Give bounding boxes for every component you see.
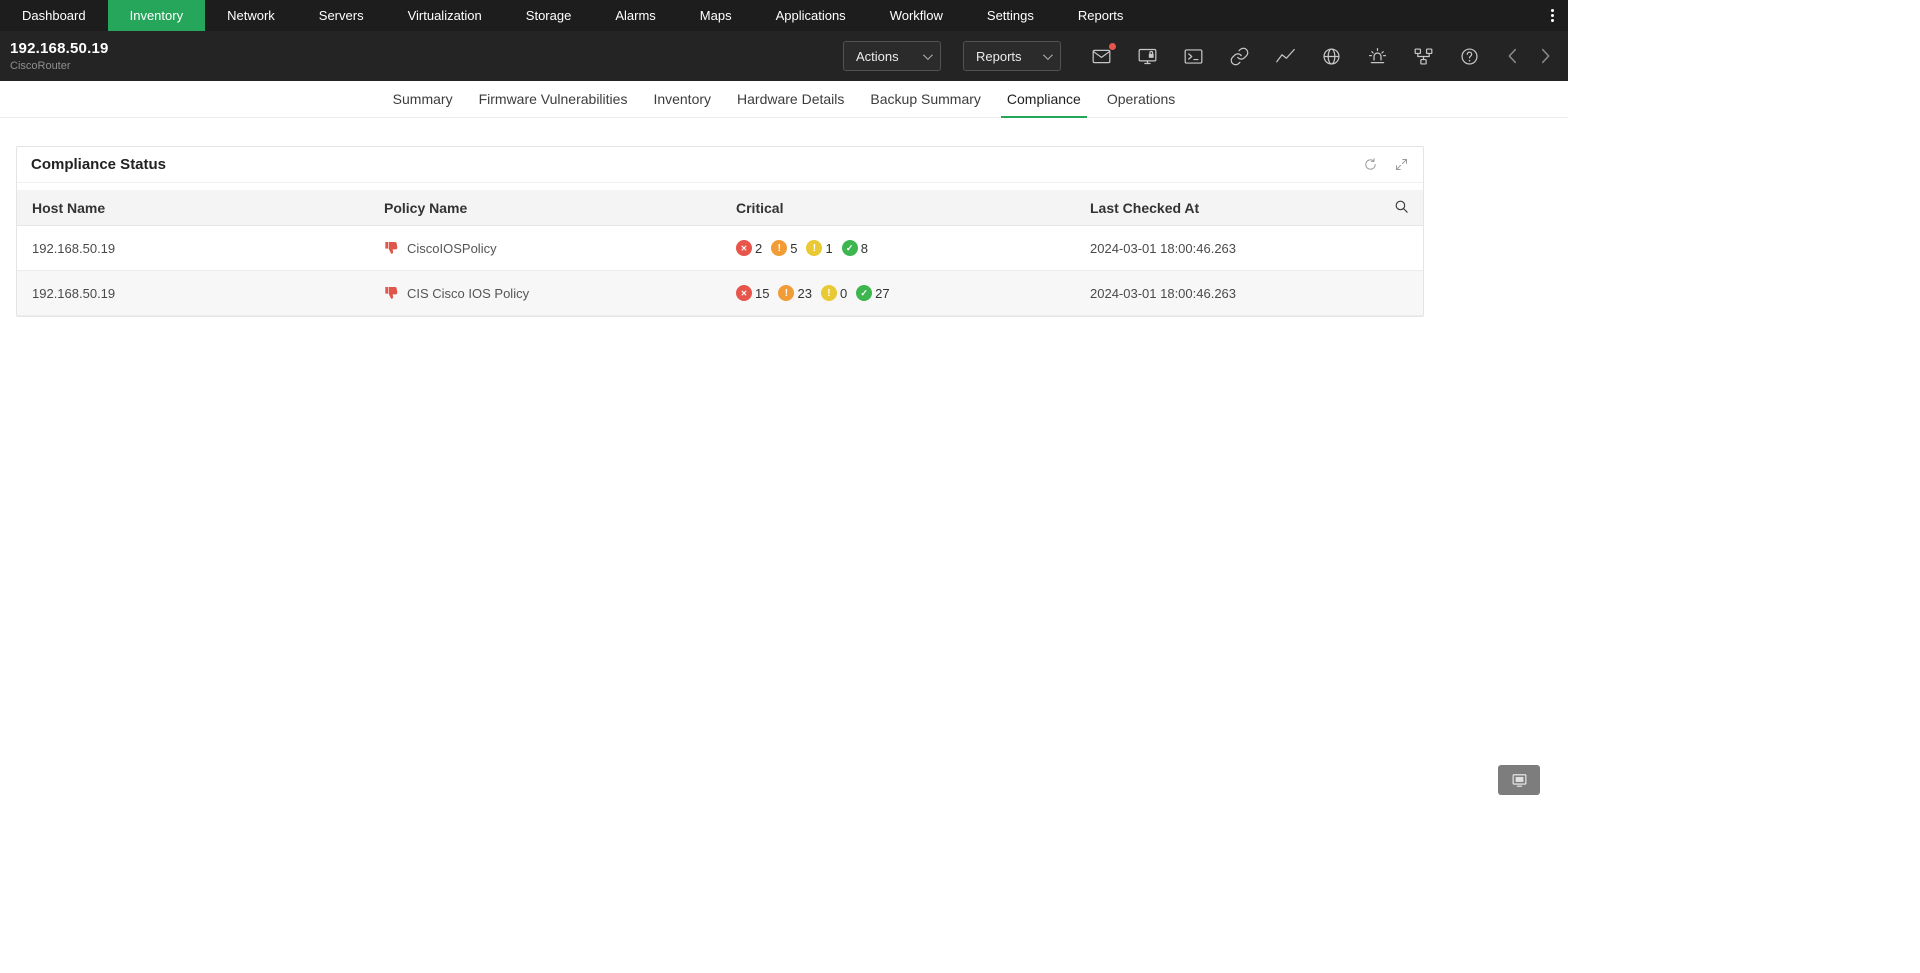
non-compliant-thumbs-down-icon: [384, 285, 400, 301]
tab-firmware-vulnerabilities[interactable]: Firmware Vulnerabilities: [466, 81, 641, 117]
prev-device-icon[interactable]: [1502, 45, 1524, 67]
minor-count: 0: [839, 285, 848, 301]
compliant-count: 27: [875, 285, 890, 301]
tab-compliance[interactable]: Compliance: [994, 81, 1094, 118]
card-actions: [1363, 157, 1409, 172]
tab-hardware-details[interactable]: Hardware Details: [724, 81, 857, 117]
refresh-icon[interactable]: [1363, 157, 1378, 172]
non-compliant-thumbs-down-icon: [384, 240, 400, 256]
device-toolbar: Actions Reports: [843, 41, 1556, 71]
policy-name: CIS Cisco IOS Policy: [407, 285, 530, 301]
compliant-badge-icon: [841, 240, 858, 256]
column-policy-name: Policy Name: [384, 199, 468, 216]
tab-summary[interactable]: Summary: [380, 81, 466, 117]
minor-badge-icon: [806, 240, 823, 256]
nav-item-workflow[interactable]: Workflow: [868, 0, 965, 31]
minor-badge-icon: [820, 285, 837, 301]
device-title: 192.168.50.19: [10, 40, 109, 57]
device-header-bar: 192.168.50.19 CiscoRouter Actions Report…: [0, 31, 1568, 81]
nav-item-storage[interactable]: Storage: [504, 0, 594, 31]
device-subtitle: CiscoRouter: [10, 60, 71, 72]
critical-badge-icon: [736, 285, 752, 301]
topology-icon[interactable]: [1413, 46, 1434, 67]
last-checked-cell: 2024-03-01 18:00:46.263: [1090, 240, 1237, 256]
severity-counts-cell: 15 23 0 27: [721, 285, 1075, 301]
monitor-icon: [1510, 772, 1529, 789]
major-badge-icon: [778, 285, 795, 301]
critical-count: 15: [755, 285, 770, 301]
table-row[interactable]: 192.168.50.19 CiscoIOSPolicy 2 5 1: [17, 226, 1423, 271]
mail-icon[interactable]: [1091, 42, 1116, 67]
chevron-down-icon: [922, 49, 933, 60]
next-device-icon[interactable]: [1534, 45, 1556, 67]
host-name-cell: 192.168.50.19: [32, 240, 116, 256]
app-container: Dashboard Inventory Network Servers Virt…: [0, 0, 1568, 317]
nav-item-virtualization[interactable]: Virtualization: [386, 0, 504, 31]
main-nav: Dashboard Inventory Network Servers Virt…: [0, 0, 1568, 31]
tab-backup-summary[interactable]: Backup Summary: [857, 81, 993, 117]
remote-access-icon[interactable]: [1137, 46, 1158, 67]
critical-count: 2: [755, 240, 763, 256]
table-header-row: Host Name Policy Name Critical Last Chec…: [17, 190, 1423, 226]
major-count: 5: [790, 240, 798, 256]
compliant-badge-icon: [856, 285, 873, 301]
nav-item-alarms[interactable]: Alarms: [593, 0, 677, 31]
column-host-name: Host Name: [32, 199, 106, 216]
major-badge-icon: [771, 240, 788, 256]
reports-dropdown[interactable]: Reports: [963, 41, 1061, 71]
nav-item-applications[interactable]: Applications: [754, 0, 868, 31]
severity-counts-cell: 2 5 1 8: [721, 240, 1075, 256]
notification-dot: [1109, 42, 1116, 50]
compliant-count: 8: [860, 240, 868, 256]
nav-item-network[interactable]: Network: [205, 0, 297, 31]
tab-inventory[interactable]: Inventory: [640, 81, 724, 117]
device-tabs: Summary Firmware Vulnerabilities Invento…: [0, 81, 1568, 118]
resize-icon[interactable]: [1394, 157, 1409, 172]
nav-item-dashboard[interactable]: Dashboard: [0, 0, 108, 31]
main-content: Compliance Status Host Name Policy Name …: [0, 118, 1568, 317]
tab-operations[interactable]: Operations: [1094, 81, 1188, 117]
link-icon[interactable]: [1229, 46, 1250, 67]
actions-dropdown-label: Actions: [856, 48, 899, 64]
last-checked-cell: 2024-03-01 18:00:46.263: [1090, 285, 1237, 301]
nav-item-maps[interactable]: Maps: [678, 0, 754, 31]
nav-item-inventory[interactable]: Inventory: [107, 0, 206, 31]
compliance-status-card: Compliance Status Host Name Policy Name …: [16, 146, 1424, 317]
major-count: 23: [797, 285, 812, 301]
console-preview-button[interactable]: [1498, 765, 1540, 795]
minor-count: 1: [825, 240, 833, 256]
policy-name-cell[interactable]: CiscoIOSPolicy: [369, 240, 721, 256]
card-title: Compliance Status: [31, 156, 167, 173]
device-pager: [1502, 45, 1556, 67]
nav-item-settings[interactable]: Settings: [965, 0, 1056, 31]
device-icon-strip: [1091, 42, 1480, 67]
policy-name-cell[interactable]: CIS Cisco IOS Policy: [369, 285, 721, 301]
policy-name: CiscoIOSPolicy: [407, 240, 497, 256]
nav-item-reports[interactable]: Reports: [1056, 0, 1146, 31]
reports-dropdown-label: Reports: [976, 48, 1022, 64]
device-info: 192.168.50.19 CiscoRouter: [10, 40, 109, 72]
nav-item-servers[interactable]: Servers: [297, 0, 386, 31]
performance-icon[interactable]: [1275, 46, 1296, 67]
help-icon[interactable]: [1459, 46, 1480, 67]
globe-icon[interactable]: [1321, 46, 1342, 67]
host-name-cell: 192.168.50.19: [32, 285, 116, 301]
table-row[interactable]: 192.168.50.19 CIS Cisco IOS Policy 15 23: [17, 271, 1423, 316]
compliance-table: Host Name Policy Name Critical Last Chec…: [17, 190, 1423, 316]
chevron-down-icon: [1042, 49, 1053, 60]
overflow-menu-icon[interactable]: [1551, 0, 1554, 31]
search-icon[interactable]: [1393, 198, 1410, 218]
critical-badge-icon: [736, 240, 752, 256]
actions-dropdown[interactable]: Actions: [843, 41, 941, 71]
terminal-icon[interactable]: [1183, 46, 1204, 67]
card-header: Compliance Status: [17, 147, 1423, 183]
alert-icon[interactable]: [1367, 46, 1388, 67]
column-last-checked-at: Last Checked At: [1090, 199, 1200, 216]
column-critical: Critical: [736, 199, 784, 216]
